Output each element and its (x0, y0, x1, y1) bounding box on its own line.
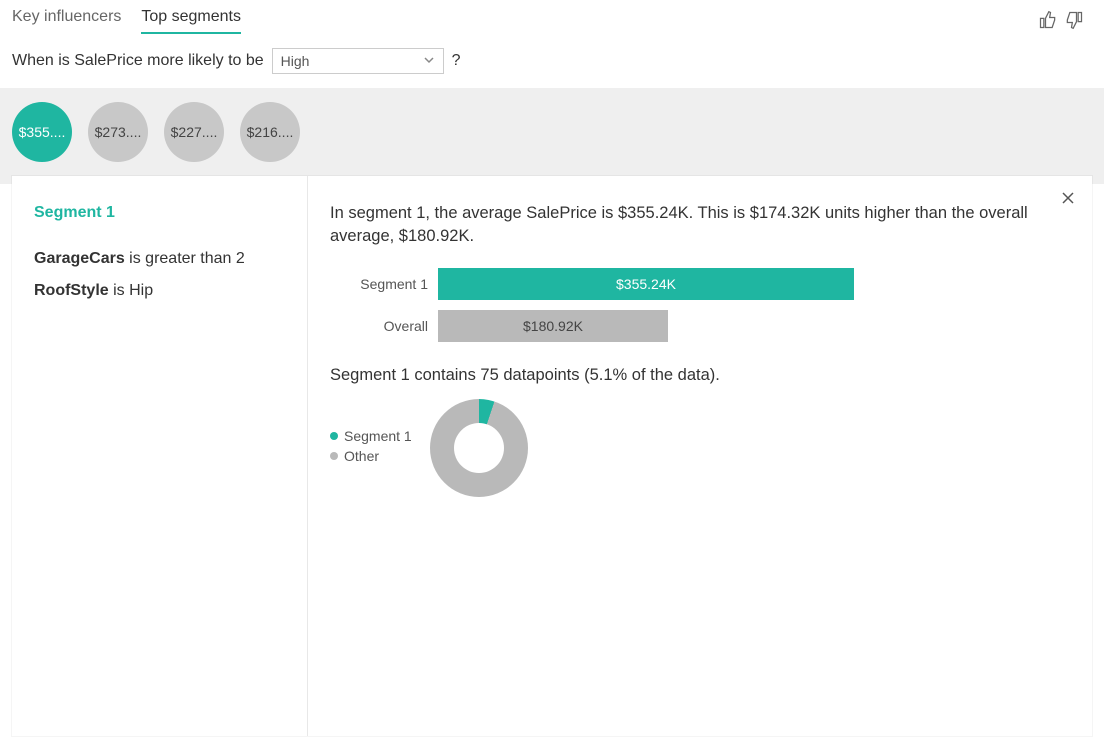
segment-details-panel: In segment 1, the average SalePrice is $… (308, 176, 1092, 736)
segment-bubble-1[interactable]: $355.... (12, 102, 72, 162)
donut-legend: Segment 1 Other (330, 428, 412, 468)
close-icon[interactable] (1060, 190, 1076, 209)
segment-bubble-2[interactable]: $273.... (88, 102, 148, 162)
legend-label-other: Other (344, 448, 379, 464)
chevron-down-icon (423, 53, 435, 69)
datapoint-count: Segment 1 contains 75 datapoints (5.1% o… (330, 366, 1070, 385)
tab-top-segments[interactable]: Top segments (141, 8, 241, 34)
segment-bubble-3[interactable]: $227.... (164, 102, 224, 162)
bar-chart: Segment 1 $355.24K Overall $180.92K (330, 268, 1070, 342)
legend-dot-icon (330, 452, 338, 460)
segment-rules-panel: Segment 1 GarageCars is greater than 2 R… (12, 176, 308, 736)
segment-rule: GarageCars is greater than 2 (34, 250, 285, 268)
tab-key-influencers[interactable]: Key influencers (12, 8, 121, 34)
value-dropdown[interactable]: High (272, 48, 444, 74)
segment-description: In segment 1, the average SalePrice is $… (330, 202, 1050, 248)
thumbs-up-icon[interactable] (1038, 10, 1058, 33)
bar-label-segment1: Segment 1 (330, 276, 438, 292)
dropdown-selected: High (281, 53, 310, 69)
segment-rule: RoofStyle is Hip (34, 282, 285, 300)
segment-title: Segment 1 (34, 204, 285, 222)
legend-label-segment1: Segment 1 (344, 428, 412, 444)
bar-value-overall: $180.92K (438, 310, 668, 342)
bar-label-overall: Overall (330, 318, 438, 334)
donut-chart (430, 399, 528, 497)
question-prefix: When is SalePrice more likely to be (12, 52, 264, 70)
question-suffix: ? (452, 52, 461, 70)
bar-value-segment1: $355.24K (438, 268, 854, 300)
legend-dot-icon (330, 432, 338, 440)
segment-bubbles: $355.... $273.... $227.... $216.... (0, 88, 1104, 184)
thumbs-down-icon[interactable] (1064, 10, 1084, 33)
segment-bubble-4[interactable]: $216.... (240, 102, 300, 162)
